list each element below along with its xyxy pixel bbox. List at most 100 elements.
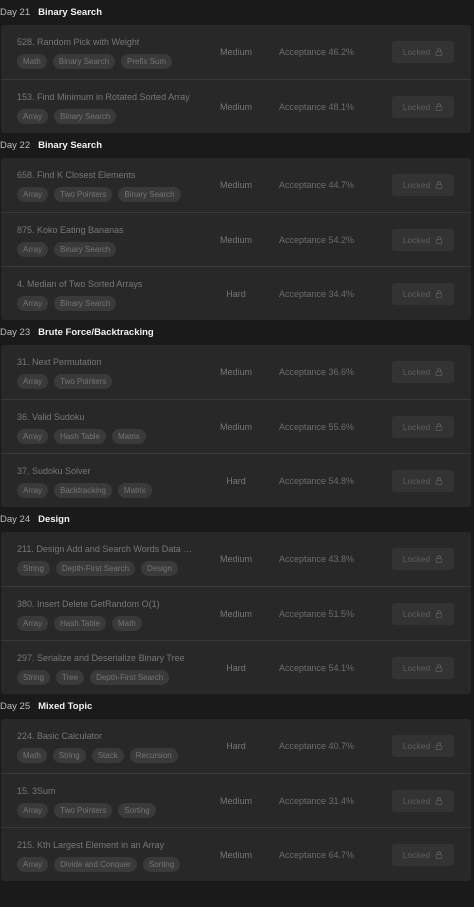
locked-label: Locked bbox=[402, 554, 431, 564]
topic-tag[interactable]: Binary Search bbox=[54, 109, 117, 124]
locked-button[interactable]: Locked bbox=[392, 361, 454, 383]
locked-label: Locked bbox=[402, 796, 431, 806]
problem-title[interactable]: 37. Sudoku Solver bbox=[17, 466, 91, 476]
topic-tag[interactable]: Hash Table bbox=[54, 616, 107, 631]
lock-icon bbox=[436, 610, 443, 618]
problem-row[interactable]: 528. Random Pick with Weight Math Binary … bbox=[1, 25, 471, 79]
problem-title[interactable]: 215. Kth Largest Element in an Array bbox=[17, 840, 164, 850]
topic-tag[interactable]: Sorting bbox=[142, 857, 181, 872]
problem-row[interactable]: 4. Median of Two Sorted Arrays Array Bina… bbox=[1, 266, 471, 320]
topic-tag[interactable]: Math bbox=[112, 616, 142, 631]
locked-label: Locked bbox=[402, 476, 431, 486]
topic-tag[interactable]: Array bbox=[17, 296, 49, 311]
topic-tag[interactable]: Math bbox=[17, 54, 47, 69]
acceptance-rate: Acceptance 54.8% bbox=[279, 476, 355, 486]
day-header: Day 21 Binary Search bbox=[0, 0, 474, 25]
topic-tag[interactable]: Hash Table bbox=[54, 429, 107, 444]
problem-row[interactable]: 153. Find Minimum in Rotated Sorted Arra… bbox=[1, 79, 471, 133]
problem-row[interactable]: 658. Find K Closest Elements Array Two Po… bbox=[1, 158, 471, 212]
topic-tag[interactable]: Binary Search bbox=[52, 54, 116, 69]
topic-tag[interactable]: Array bbox=[17, 429, 49, 444]
problem-title[interactable]: 153. Find Minimum in Rotated Sorted Arra… bbox=[17, 92, 190, 102]
topic-tag[interactable]: Array bbox=[17, 483, 49, 498]
locked-button[interactable]: Locked bbox=[392, 174, 454, 196]
locked-button[interactable]: Locked bbox=[392, 735, 454, 757]
topic-tag[interactable]: Stack bbox=[91, 748, 124, 763]
topic-tag[interactable]: Array bbox=[17, 803, 49, 818]
problem-row[interactable]: 31. Next Permutation Array Two Pointers M… bbox=[1, 345, 471, 399]
topic-tag[interactable]: Two Pointers bbox=[54, 803, 113, 818]
topic-tag[interactable]: String bbox=[17, 561, 50, 576]
topic-tag[interactable]: Backtracking bbox=[54, 483, 112, 498]
topic-tag[interactable]: Binary Search bbox=[118, 187, 181, 202]
problem-title[interactable]: 31. Next Permutation bbox=[17, 357, 102, 367]
topic-tags: Array Hash Table Math bbox=[17, 616, 142, 631]
locked-button[interactable]: Locked bbox=[392, 41, 454, 63]
problem-title[interactable]: 875. Koko Eating Bananas bbox=[17, 225, 124, 235]
topic-tag[interactable]: Math bbox=[17, 748, 47, 763]
topic-tag[interactable]: Array bbox=[17, 374, 49, 389]
problem-title[interactable]: 4. Median of Two Sorted Arrays bbox=[17, 279, 142, 289]
day-label: Day 21 bbox=[0, 7, 31, 18]
locked-button[interactable]: Locked bbox=[392, 96, 454, 118]
topic-tag[interactable]: String bbox=[52, 748, 86, 763]
topic-tag[interactable]: Matrix bbox=[112, 429, 146, 444]
locked-button[interactable]: Locked bbox=[392, 790, 454, 812]
locked-button[interactable]: Locked bbox=[392, 283, 454, 305]
topic-tag[interactable]: Array bbox=[17, 242, 49, 257]
locked-button[interactable]: Locked bbox=[392, 657, 454, 679]
acceptance-rate: Acceptance 51.5% bbox=[279, 609, 355, 619]
day-section: Day 23 Brute Force/Backtracking 31. Next… bbox=[0, 320, 474, 507]
topic-tag[interactable]: Array bbox=[17, 857, 49, 872]
difficulty-label: Medium bbox=[219, 180, 252, 190]
topic-tag[interactable]: Array bbox=[17, 187, 49, 202]
topic-tag[interactable]: Depth-First Search bbox=[90, 670, 170, 685]
locked-button[interactable]: Locked bbox=[392, 470, 454, 492]
problem-row[interactable]: 215. Kth Largest Element in an Array Arr… bbox=[1, 827, 471, 881]
day-header: Day 25 Mixed Topic bbox=[0, 694, 474, 719]
problem-row[interactable]: 37. Sudoku Solver Array Backtracking Matri… bbox=[1, 453, 471, 507]
topic-tag[interactable]: Recursion bbox=[129, 748, 178, 763]
difficulty-label: Medium bbox=[219, 609, 252, 619]
topic-tag[interactable]: Array bbox=[17, 109, 49, 124]
problem-title[interactable]: 36. Valid Sudoku bbox=[17, 412, 84, 422]
topic-tag[interactable]: Prefix Sum bbox=[121, 54, 173, 69]
locked-button[interactable]: Locked bbox=[392, 548, 454, 570]
problem-row[interactable]: 211. Design Add and Search Words Data St… bbox=[1, 532, 471, 586]
topic-tag[interactable]: Two Pointers bbox=[54, 187, 113, 202]
locked-button[interactable]: Locked bbox=[392, 844, 454, 866]
problem-row[interactable]: 875. Koko Eating Bananas Array Binary Sea… bbox=[1, 212, 471, 266]
problem-title[interactable]: 211. Design Add and Search Words Data St… bbox=[17, 544, 195, 554]
problem-row[interactable]: 224. Basic Calculator Math String Stack Rec… bbox=[1, 719, 471, 773]
day-topic: Binary Search bbox=[38, 7, 103, 18]
problem-title[interactable]: 528. Random Pick with Weight bbox=[17, 37, 139, 47]
day-topic: Binary Search bbox=[38, 140, 103, 151]
problem-title[interactable]: 224. Basic Calculator bbox=[17, 731, 102, 741]
topic-tag[interactable]: Binary Search bbox=[54, 296, 117, 311]
problem-title[interactable]: 380. Insert Delete GetRandom O(1) bbox=[17, 599, 160, 609]
lock-icon bbox=[436, 423, 443, 431]
topic-tag[interactable]: Sorting bbox=[118, 803, 156, 818]
topic-tag[interactable]: Array bbox=[17, 616, 49, 631]
topic-tag[interactable]: Two Pointers bbox=[54, 374, 113, 389]
topic-tag[interactable]: Binary Search bbox=[54, 242, 117, 257]
topic-tag[interactable]: Divide and Conquer bbox=[54, 857, 137, 872]
problem-row[interactable]: 15. 3Sum Array Two Pointers Sorting Medium… bbox=[1, 773, 471, 827]
locked-button[interactable]: Locked bbox=[392, 603, 454, 625]
problem-title[interactable]: 15. 3Sum bbox=[17, 786, 56, 796]
topic-tag[interactable]: Matrix bbox=[117, 483, 152, 498]
lock-icon bbox=[436, 103, 443, 111]
problem-row[interactable]: 36. Valid Sudoku Array Hash Table Matrix M… bbox=[1, 399, 471, 453]
problem-row[interactable]: 380. Insert Delete GetRandom O(1) Array H… bbox=[1, 586, 471, 640]
topic-tag[interactable]: String bbox=[17, 670, 50, 685]
day-section: Day 21 Binary Search 528. Random Pick wi… bbox=[0, 0, 474, 133]
topic-tag[interactable]: Design bbox=[141, 561, 178, 576]
topic-tag[interactable]: Depth-First Search bbox=[55, 561, 136, 576]
problem-row[interactable]: 297. Serialize and Deserialize Binary Tr… bbox=[1, 640, 471, 694]
locked-button[interactable]: Locked bbox=[392, 229, 454, 251]
problem-title[interactable]: 658. Find K Closest Elements bbox=[17, 170, 136, 180]
topic-tag[interactable]: Tree bbox=[55, 670, 85, 685]
problem-title[interactable]: 297. Serialize and Deserialize Binary Tr… bbox=[17, 653, 185, 663]
locked-button[interactable]: Locked bbox=[392, 416, 454, 438]
topic-tags: Array Hash Table Matrix bbox=[17, 429, 146, 444]
